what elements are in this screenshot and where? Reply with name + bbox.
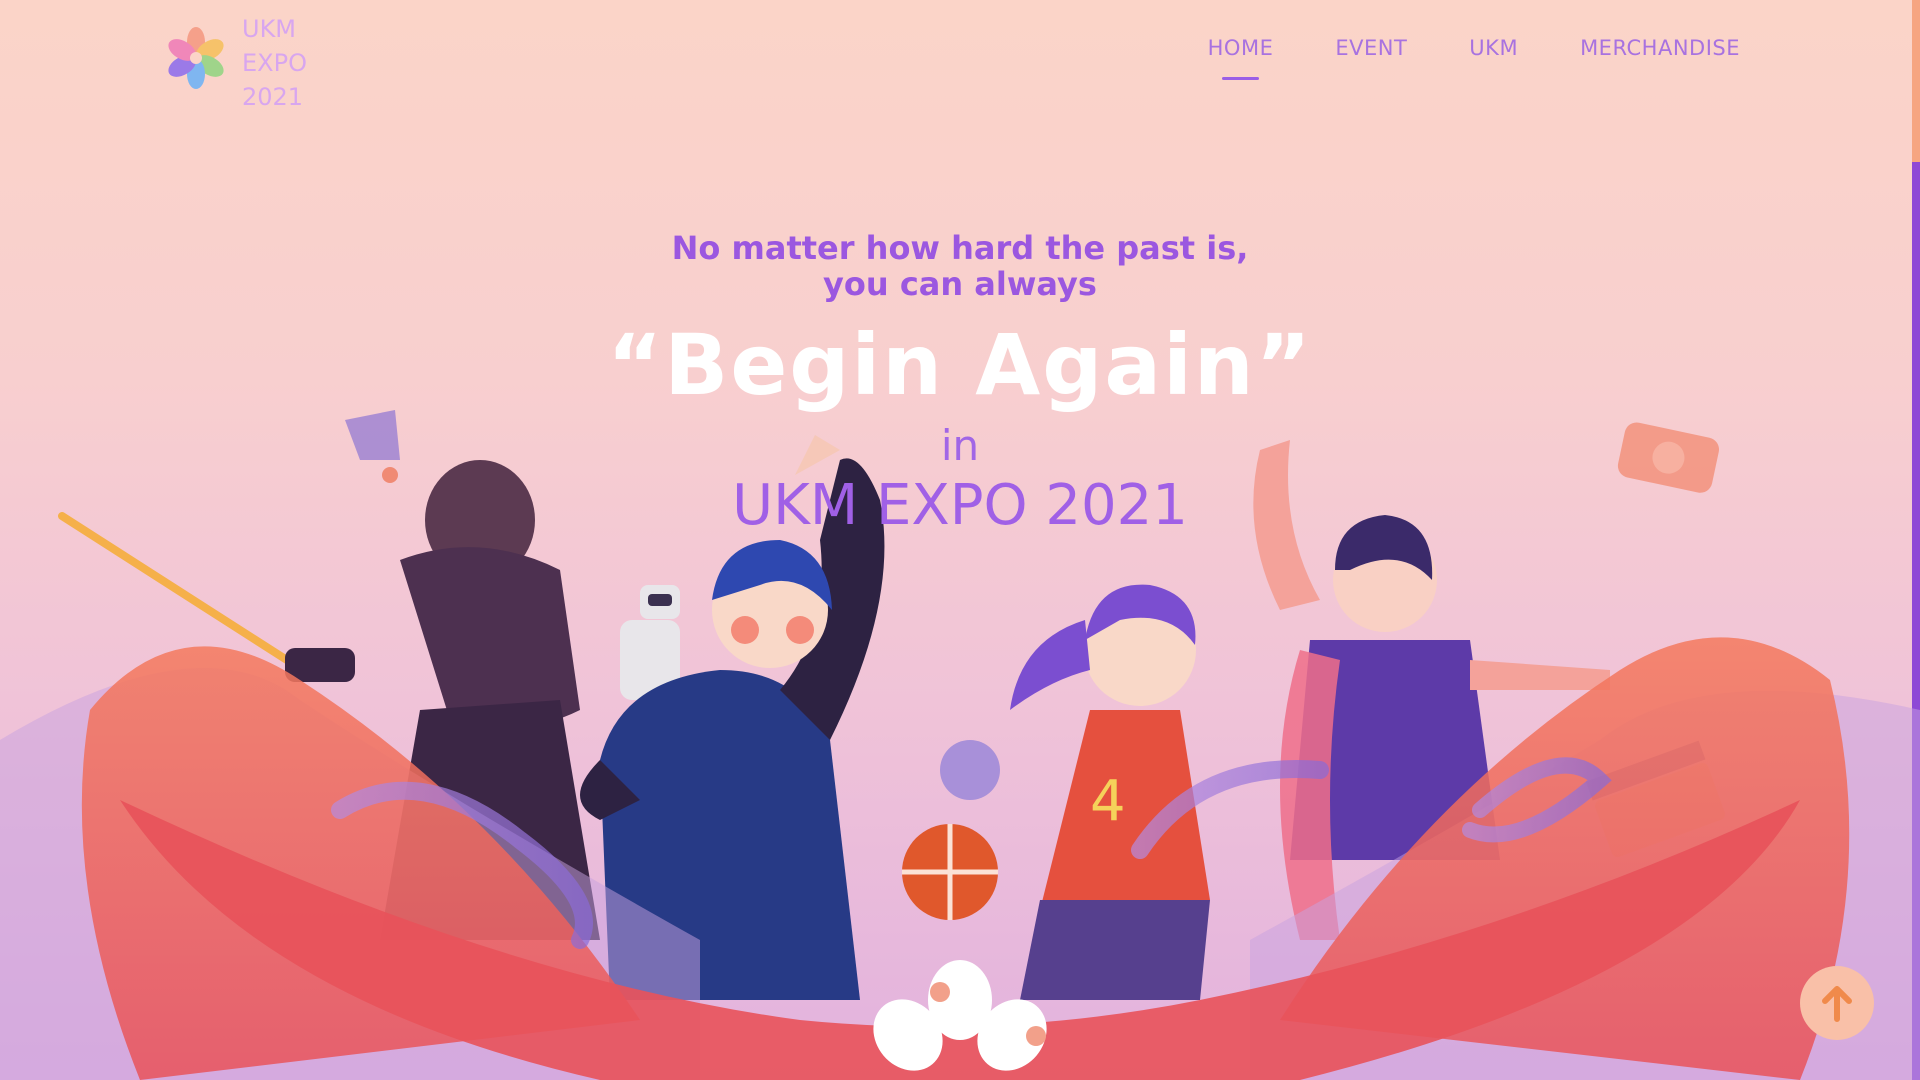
character-basketball: 4 [1010, 584, 1210, 1000]
header: UKM EXPO 2021 HOME EVENT UKM MERCHANDISE [0, 0, 1920, 130]
logo-line: 2021 [242, 83, 304, 111]
hero-headline: “Begin Again” [607, 316, 1313, 414]
nav-event[interactable]: EVENT [1335, 36, 1407, 60]
nav-merchandise[interactable]: MERCHANDISE [1580, 36, 1740, 60]
basketball-icon [902, 824, 998, 920]
hero-in-text: in [940, 421, 980, 470]
hero-section: No matter how hard the past is, you can … [0, 230, 1920, 538]
logo[interactable]: UKM EXPO 2021 [162, 12, 322, 111]
tagline-line: you can always [823, 265, 1097, 303]
scrollbar-thumb[interactable] [1912, 0, 1920, 162]
main-nav: HOME EVENT UKM MERCHANDISE [1208, 36, 1740, 80]
arrow-up-icon [1822, 986, 1852, 1022]
logo-line: EXPO [242, 49, 307, 77]
nav-ukm[interactable]: UKM [1469, 36, 1518, 60]
logo-text: UKM EXPO 2021 [242, 12, 307, 114]
back-to-top-button[interactable] [1800, 966, 1874, 1040]
svg-text:4: 4 [1090, 769, 1126, 834]
hero-tagline: No matter how hard the past is, you can … [0, 230, 1920, 302]
volleyball-icon [940, 740, 1000, 800]
nav-home[interactable]: HOME [1208, 36, 1274, 80]
logo-flower-icon [168, 27, 224, 89]
tagline-line: No matter how hard the past is, [671, 229, 1249, 267]
logo-line: UKM [242, 15, 297, 43]
hero-event-name: UKM EXPO 2021 [732, 473, 1188, 538]
